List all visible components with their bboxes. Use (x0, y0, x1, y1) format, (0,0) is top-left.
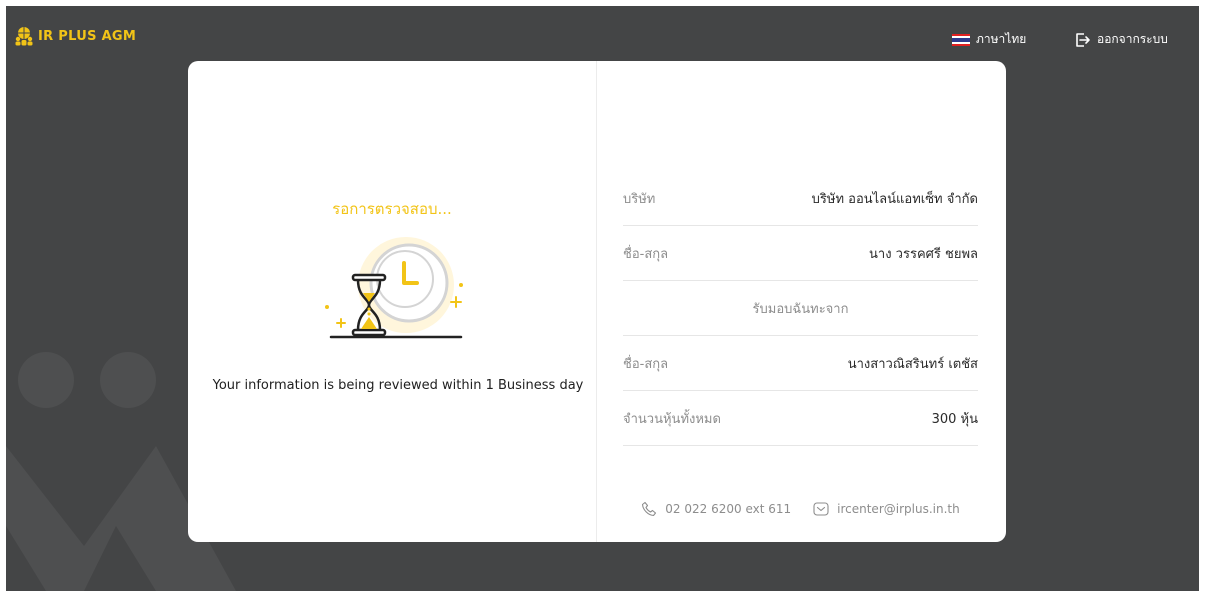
shares-value: 300 หุ้น (931, 411, 978, 427)
brand[interactable]: IR PLUS AGM (14, 26, 136, 46)
review-message: Your information is being reviewed withi… (212, 378, 584, 393)
language-switcher[interactable]: ภาษาไทย (952, 30, 1026, 49)
phone-icon (642, 501, 657, 517)
company-value: บริษัท ออนไลน์แอทเซ็ท จำกัด (811, 191, 978, 207)
top-bar: IR PLUS AGM ภาษาไทย ออกจากระบบ (6, 6, 1199, 62)
proxy-name-label: ชื่อ-สกุล (623, 356, 669, 372)
globe-people-icon (15, 27, 33, 46)
status-panel: รอการตรวจสอบ... Your information is bein… (188, 61, 596, 542)
logout-button[interactable]: ออกจากระบบ (1073, 30, 1168, 49)
app-frame: IR PLUS AGM ภาษาไทย ออกจากระบบ รอการตรวจ… (6, 6, 1199, 591)
email-address[interactable]: ircenter@irplus.in.th (837, 502, 960, 516)
proxy-name-row: ชื่อ-สกุล นางสาวณิสรินทร์ เตชัส (623, 336, 978, 391)
contact-info: 02 022 6200 ext 611 ircenter@irplus.in.t… (623, 501, 978, 517)
proxy-heading-row: รับมอบฉันทะจาก (623, 281, 978, 336)
name-label: ชื่อ-สกุล (623, 246, 669, 262)
company-row: บริษัท บริษัท ออนไลน์แอทเซ็ท จำกัด (623, 171, 978, 226)
name-value: นาง วรรคศรี ชยพล (869, 246, 978, 262)
language-label: ภาษาไทย (976, 32, 1027, 46)
logout-label: ออกจากระบบ (1097, 32, 1168, 46)
company-label: บริษัท (623, 191, 656, 207)
waiting-illustration (325, 237, 463, 339)
details-panel: บริษัท บริษัท ออนไลน์แอทเซ็ท จำกัด ชื่อ-… (597, 61, 1006, 542)
shares-row: จำนวนหุ้นทั้งหมด 300 หุ้น (623, 391, 978, 446)
proxy-heading: รับมอบฉันทะจาก (752, 301, 849, 317)
status-title: รอการตรวจสอบ... (332, 200, 452, 218)
logout-icon (1076, 32, 1090, 47)
mail-icon (813, 502, 829, 516)
shares-label: จำนวนหุ้นทั้งหมด (623, 411, 721, 427)
status-card: รอการตรวจสอบ... Your information is bein… (188, 61, 1006, 542)
phone-number[interactable]: 02 022 6200 ext 611 (665, 502, 791, 516)
name-row: ชื่อ-สกุล นาง วรรคศรี ชยพล (623, 226, 978, 281)
thai-flag-icon (952, 33, 970, 46)
proxy-name-value: นางสาวณิสรินทร์ เตชัส (847, 356, 978, 372)
brand-name: IR PLUS AGM (38, 28, 137, 44)
